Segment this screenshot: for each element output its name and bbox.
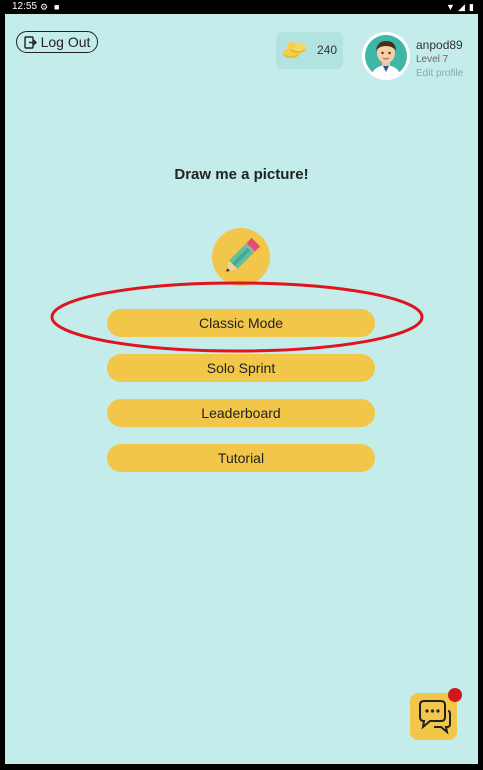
wifi-icon: ▼ xyxy=(446,2,455,12)
signal-icon: ◢ xyxy=(458,2,465,12)
settings-icon: ⚙ xyxy=(40,2,49,12)
tutorial-button[interactable]: Tutorial xyxy=(107,444,375,472)
status-time: 12:55 xyxy=(12,1,38,12)
avatar[interactable] xyxy=(362,32,410,80)
app-screen: Log Out 240 anpod89 Level 7 Edit profile… xyxy=(5,14,478,764)
user-level: Level 7 xyxy=(416,54,449,65)
logout-button[interactable]: Log Out xyxy=(16,31,98,53)
avatar-icon xyxy=(362,32,410,80)
pencil-badge xyxy=(212,228,270,286)
notification-dot xyxy=(448,688,462,702)
coins-counter[interactable]: 240 xyxy=(276,32,343,69)
solo-sprint-button[interactable]: Solo Sprint xyxy=(107,354,375,382)
classic-mode-button[interactable]: Classic Mode xyxy=(107,309,375,337)
device-frame: 12:55 ⚙ ■ ▼ ◢ ▮ Log Out 240 anpod89 Leve… xyxy=(0,0,483,770)
username: anpod89 xyxy=(416,38,463,52)
edit-profile-link[interactable]: Edit profile xyxy=(416,68,463,79)
leaderboard-button[interactable]: Leaderboard xyxy=(107,399,375,427)
logout-label: Log Out xyxy=(40,34,91,50)
coins-icon xyxy=(283,42,306,58)
pencil-icon xyxy=(226,237,261,272)
storage-icon: ■ xyxy=(54,2,60,12)
coins-count: 240 xyxy=(317,43,338,57)
logout-icon xyxy=(23,35,37,49)
battery-icon: ▮ xyxy=(469,2,474,12)
status-bar: 12:55 ⚙ ■ ▼ ◢ ▮ xyxy=(0,0,483,14)
chat-button[interactable] xyxy=(410,688,462,740)
page-title: Draw me a picture! xyxy=(174,166,309,183)
